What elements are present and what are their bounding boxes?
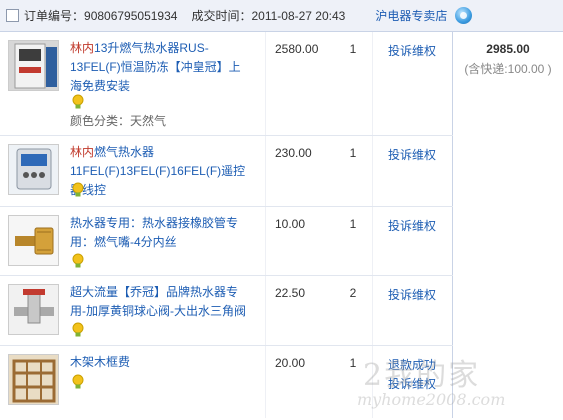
lightbulb-icon[interactable]	[70, 182, 86, 198]
order-item-row: 热水器专用：热水器接橡胶管专用：燃气嘴-4分内丝 10.00 1 投诉维权	[0, 207, 453, 276]
complaint-link[interactable]: 投诉维权	[388, 217, 436, 236]
refund-status-link[interactable]: 退款成功	[388, 356, 436, 375]
item-quantity: 1	[349, 42, 357, 56]
item-price: 22.50	[275, 286, 306, 300]
item-title-text[interactable]: 燃气热水器11FEL(F)13FEL(F)16FEL(F)遥控器线控	[70, 145, 245, 197]
item-title-text[interactable]: 13升燃气热水器RUS-13FEL(F)恒温防冻【冲皇冠】上海免费安装	[70, 41, 241, 93]
lightbulb-icon[interactable]	[70, 374, 86, 390]
brass-fitting-thumb[interactable]	[8, 215, 59, 266]
item-title[interactable]: 超大流量【乔冠】品牌热水器专用-加厚黄铜球心阀-大出水三角阀	[70, 283, 250, 321]
water-heater-thumb[interactable]	[8, 40, 59, 91]
order-time-label: 成交时间：	[191, 9, 252, 23]
order-number: 90806795051934	[84, 8, 178, 23]
item-brand: 林内	[70, 145, 95, 159]
order-item-row: 林内13升燃气热水器RUS-13FEL(F)恒温防冻【冲皇冠】上海免费安装 颜色…	[0, 32, 453, 136]
lightbulb-icon[interactable]	[70, 322, 86, 338]
complaint-link[interactable]: 投诉维权	[388, 146, 436, 165]
total-amount: 2985.00	[486, 42, 530, 56]
item-quantity: 1	[349, 217, 357, 231]
wangwang-chat-icon[interactable]	[455, 7, 473, 24]
complaint-link[interactable]: 投诉维权	[388, 286, 436, 305]
valve-thumb[interactable]	[8, 284, 59, 335]
order-item-row: 超大流量【乔冠】品牌热水器专用-加厚黄铜球心阀-大出水三角阀 22.50 2 投…	[0, 276, 453, 346]
refund-status-and-complaint: 退款成功 投诉维权	[388, 356, 436, 394]
item-price: 2580.00	[275, 42, 319, 56]
complaint-link[interactable]: 投诉维权	[388, 375, 436, 394]
item-price: 10.00	[275, 217, 306, 231]
shop-link[interactable]: 沪电器专卖店	[375, 7, 447, 24]
lightbulb-icon[interactable]	[70, 94, 86, 110]
item-title[interactable]: 林内燃气热水器11FEL(F)13FEL(F)16FEL(F)遥控器线控	[70, 143, 250, 200]
item-price: 230.00	[275, 146, 312, 160]
item-brand: 林内	[70, 41, 95, 55]
order-header: 订单编号： 90806795051934 成交时间： 2011-08-27 20…	[0, 0, 563, 32]
remote-thumb[interactable]	[8, 144, 59, 195]
item-quantity: 1	[349, 356, 357, 370]
order-time: 2011-08-27 20:43	[251, 8, 346, 23]
item-title[interactable]: 木架木框费	[70, 353, 250, 372]
item-attribute: 颜色分类：天然气	[70, 114, 167, 128]
item-quantity: 2	[349, 286, 357, 300]
order-item-row: 木架木框费 20.00 1 退款成功 投诉维权	[0, 346, 453, 420]
order-checkbox[interactable]	[6, 9, 19, 22]
item-price: 20.00	[275, 356, 306, 370]
order-items: 林内13升燃气热水器RUS-13FEL(F)恒温防冻【冲皇冠】上海免费安装 颜色…	[0, 32, 453, 420]
item-title[interactable]: 林内13升燃气热水器RUS-13FEL(F)恒温防冻【冲皇冠】上海免费安装	[70, 39, 250, 96]
order-item-row: 林内燃气热水器11FEL(F)13FEL(F)16FEL(F)遥控器线控 230…	[0, 136, 453, 207]
shipping-fee: (含快递:100.00 )	[464, 62, 552, 76]
wooden-crate-thumb[interactable]	[8, 354, 59, 405]
lightbulb-icon[interactable]	[70, 253, 86, 269]
item-title[interactable]: 热水器专用：热水器接橡胶管专用：燃气嘴-4分内丝	[70, 214, 250, 252]
item-quantity: 1	[349, 146, 357, 160]
order-number-label: 订单编号：	[24, 9, 85, 23]
complaint-link[interactable]: 投诉维权	[388, 42, 436, 61]
order-total: 2985.00 (含快递:100.00 )	[453, 32, 563, 77]
